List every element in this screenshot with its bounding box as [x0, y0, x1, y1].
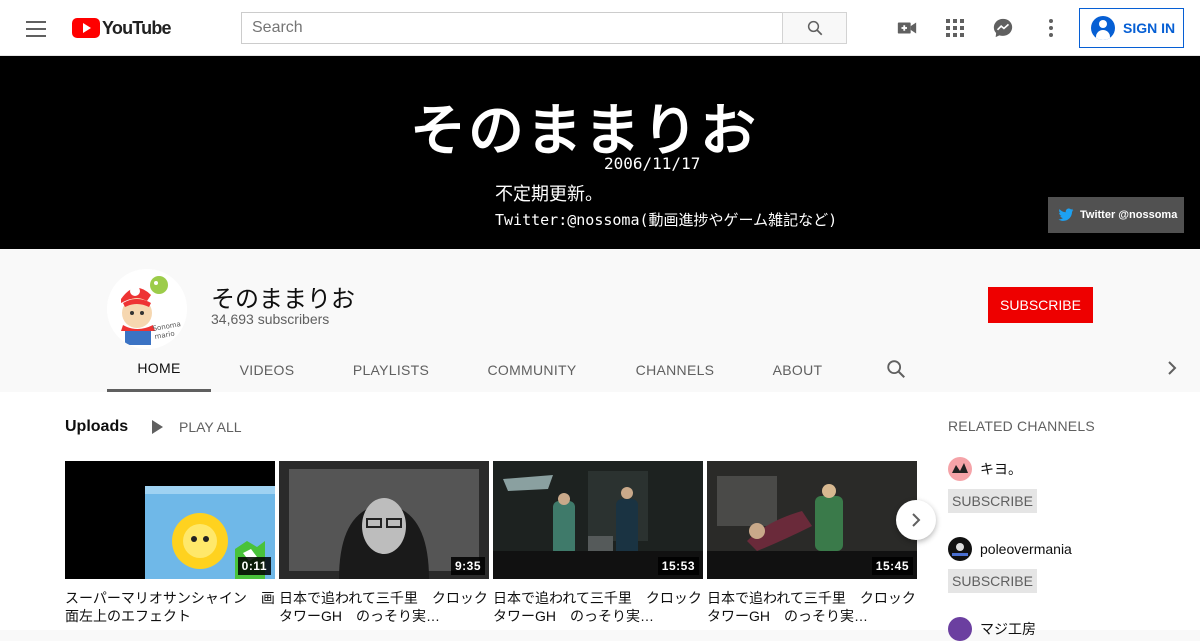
twitter-link[interactable]: Twitter @nossoma — [1048, 197, 1184, 233]
channel-avatar — [948, 537, 972, 561]
tab-channels[interactable]: CHANNELS — [605, 347, 745, 392]
video-thumbnail[interactable]: 15:45 — [707, 461, 917, 579]
video-thumbnail[interactable]: 15:53 — [493, 461, 703, 579]
channel-home: Uploads PLAY ALL 0:11 スーパーマリオサンシャイン 画面左上… — [0, 392, 1200, 641]
related-channel: キヨ。 SUBSCRIBE — [948, 457, 1168, 513]
menu-icon[interactable] — [20, 16, 52, 40]
related-channels-title: RELATED CHANNELS — [948, 418, 1095, 434]
video-title[interactable]: 日本で追われて三千里 クロックタワーGH のっそり実… — [493, 589, 703, 625]
video-title[interactable]: スーパーマリオサンシャイン 画面左上のエフェクト — [65, 589, 275, 625]
tab-home[interactable]: HOME — [107, 347, 211, 392]
search-icon — [807, 20, 822, 36]
subscribe-button[interactable]: SUBSCRIBE — [988, 287, 1093, 323]
play-all-button[interactable]: PLAY ALL — [152, 419, 242, 435]
youtube-play-icon — [72, 18, 100, 38]
messages-icon[interactable] — [991, 16, 1015, 40]
related-channel-link[interactable]: poleovermania — [948, 537, 1168, 561]
play-all-label: PLAY ALL — [179, 419, 242, 435]
chevron-right-icon — [912, 513, 921, 527]
channel-header: Sonoma mario そのままりお 34,693 subscribers S… — [0, 249, 1200, 392]
related-channel: マジ工房 — [948, 617, 1168, 641]
more-vert-icon[interactable] — [1039, 16, 1063, 40]
chevron-right-icon[interactable] — [1164, 359, 1180, 382]
channel-avatar — [948, 457, 972, 481]
channel-tabs: HOME VIDEOS PLAYLISTS COMMUNITY CHANNELS… — [107, 347, 850, 392]
video-duration: 9:35 — [450, 557, 485, 575]
banner-text-line1: 不定期更新。 — [495, 184, 603, 205]
channel-name: そのままりお — [211, 286, 355, 313]
related-subscribe-button[interactable]: SUBSCRIBE — [948, 569, 1037, 593]
video-title[interactable]: 日本で追われて三千里 クロックタワーGH のっそり実… — [707, 589, 917, 625]
channel-search-icon[interactable] — [885, 358, 907, 385]
related-channel: poleovermania SUBSCRIBE — [948, 537, 1168, 593]
video-duration: 15:53 — [657, 557, 699, 575]
sign-in-button[interactable]: SIGN IN — [1079, 8, 1184, 48]
tab-about[interactable]: ABOUT — [745, 347, 850, 392]
uploads-title[interactable]: Uploads — [65, 418, 128, 436]
related-channel-name: マジ工房 — [980, 621, 1036, 637]
banner-title: そのままりお — [410, 99, 758, 164]
tab-playlists[interactable]: PLAYLISTS — [323, 347, 459, 392]
tab-videos[interactable]: VIDEOS — [211, 347, 323, 392]
related-channel-name: poleovermania — [980, 541, 1072, 557]
sign-in-label: SIGN IN — [1123, 20, 1176, 36]
video-title[interactable]: 日本で追われて三千里 クロックタワーGH のっそり実… — [279, 589, 489, 625]
create-video-icon[interactable] — [895, 16, 919, 40]
shelf-next-button[interactable] — [896, 500, 936, 540]
apps-grid-icon[interactable] — [943, 16, 967, 40]
twitter-link-label: Twitter @nossoma — [1080, 209, 1178, 221]
related-channel-link[interactable]: マジ工房 — [948, 617, 1168, 641]
video-card[interactable]: 9:35 日本で追われて三千里 クロックタワーGH のっそり実… — [279, 461, 489, 625]
video-card[interactable]: 15:45 日本で追われて三千里 クロックタワーGH のっそり実… — [707, 461, 917, 625]
channel-banner: そのままりお 2006/11/17 不定期更新。 Twitter:@nossom… — [0, 56, 1200, 249]
account-icon — [1091, 16, 1115, 40]
search-input[interactable] — [241, 12, 783, 44]
related-subscribe-button[interactable]: SUBSCRIBE — [948, 489, 1037, 513]
channel-avatar[interactable]: Sonoma mario — [107, 269, 187, 349]
search-button[interactable] — [782, 12, 847, 44]
masthead: YouTube SIGN IN — [0, 0, 1200, 56]
play-icon — [152, 420, 163, 434]
logo-text: YouTube — [102, 17, 172, 38]
twitter-bird-icon — [1058, 208, 1074, 221]
video-card[interactable]: 0:11 スーパーマリオサンシャイン 画面左上のエフェクト — [65, 461, 275, 625]
related-channel-name: キヨ。 — [980, 461, 1022, 477]
tab-community[interactable]: COMMUNITY — [459, 347, 605, 392]
video-thumbnail[interactable]: 9:35 — [279, 461, 489, 579]
video-thumbnail[interactable]: 0:11 — [65, 461, 275, 579]
video-card[interactable]: 15:53 日本で追われて三千里 クロックタワーGH のっそり実… — [493, 461, 703, 625]
banner-date: 2006/11/17 — [604, 154, 701, 173]
related-channel-link[interactable]: キヨ。 — [948, 457, 1168, 481]
banner-text-line2: Twitter:@nossoma(動画進捗やゲーム雑記など) — [495, 211, 838, 229]
subscriber-count: 34,693 subscribers — [211, 311, 330, 327]
channel-avatar — [948, 617, 972, 641]
video-duration: 15:45 — [871, 557, 913, 575]
video-duration: 0:11 — [237, 557, 271, 575]
youtube-logo[interactable]: YouTube — [72, 17, 172, 39]
